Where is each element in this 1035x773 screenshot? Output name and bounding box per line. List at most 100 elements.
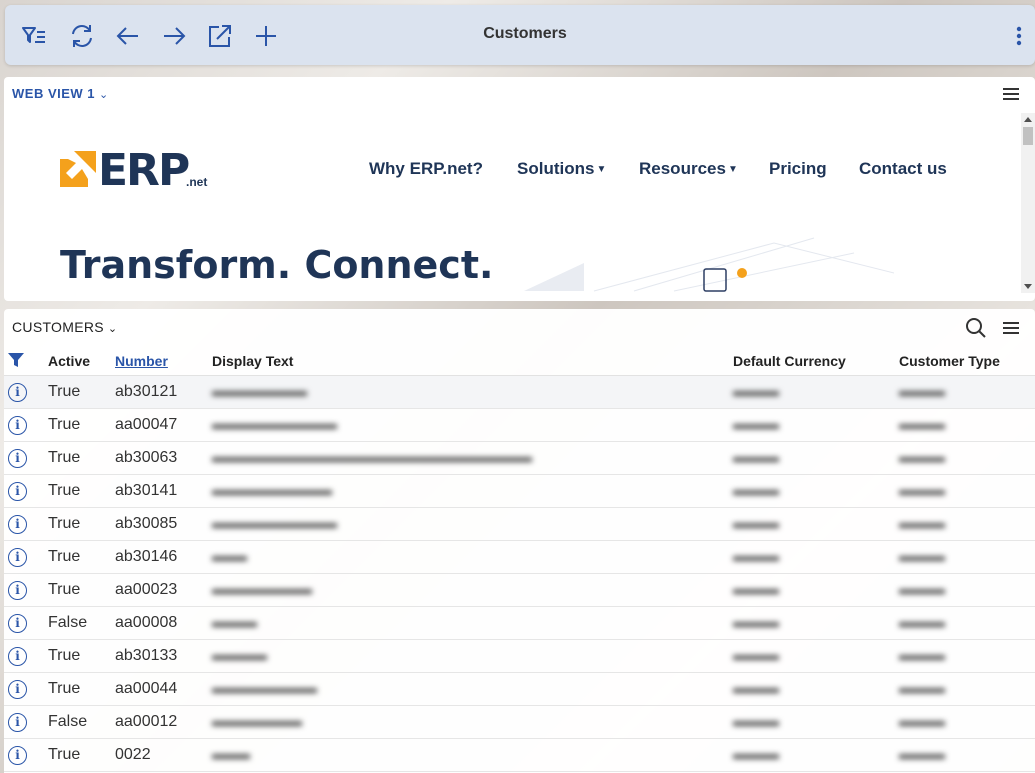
row-info-cell[interactable]: i <box>4 672 48 706</box>
row-info-cell[interactable]: i <box>4 573 48 607</box>
redacted-text: ▬▬▬▬ <box>899 416 945 433</box>
erp-logo[interactable]: ERP .net <box>60 145 220 196</box>
row-info-cell[interactable]: i <box>4 540 48 574</box>
row-info-cell[interactable]: i <box>4 441 48 475</box>
info-icon[interactable]: i <box>8 514 27 534</box>
scrollbar-thumb[interactable] <box>1023 127 1033 145</box>
cell-number[interactable]: 0022 <box>115 738 212 772</box>
row-info-cell[interactable]: i <box>4 408 48 442</box>
info-icon[interactable]: i <box>8 712 27 732</box>
redacted-text: ▬▬▬▬ <box>899 581 945 598</box>
row-info-cell[interactable]: i <box>4 606 48 640</box>
table-row[interactable]: iTrueaa00044▬▬▬▬▬▬▬▬▬▬▬▬▬▬▬▬▬▬▬▬▬▬▬▬▬▬▬▬ <box>4 672 1035 706</box>
info-icon[interactable]: i <box>8 382 27 402</box>
back-button[interactable] <box>113 21 143 51</box>
top-toolbar: Customers <box>5 5 1035 65</box>
cell-number[interactable]: ab30063 <box>115 441 212 475</box>
table-row[interactable]: iTrueab30121▬▬▬▬▬▬▬▬▬▬▬▬▬▬▬▬▬▬▬▬▬▬▬▬▬▬▬▬ <box>4 375 1035 409</box>
web-view-scrollbar[interactable] <box>1021 113 1035 293</box>
web-view-header[interactable]: WEB VIEW 1 ⌄ <box>12 86 109 101</box>
row-info-cell[interactable]: i <box>4 738 48 772</box>
table-row[interactable]: iTrueaa00023▬▬▬▬▬▬▬▬▬▬▬▬▬▬▬▬▬▬▬▬▬▬▬▬▬▬▬▬ <box>4 573 1035 607</box>
add-icon <box>256 26 276 46</box>
info-icon[interactable]: i <box>8 679 27 699</box>
forward-button[interactable] <box>159 21 189 51</box>
column-default-currency[interactable]: Default Currency <box>733 347 899 376</box>
chevron-down-icon: ⌄ <box>107 323 118 335</box>
redacted-text: ▬▬▬▬ <box>899 647 945 664</box>
web-view-menu-button[interactable] <box>1003 88 1019 102</box>
row-info-cell[interactable]: i <box>4 507 48 541</box>
table-row[interactable]: iFalseaa00012▬▬▬▬▬▬▬▬▬▬▬▬▬▬▬▬▬▬▬▬▬▬▬▬▬▬▬… <box>4 705 1035 739</box>
column-filter-header[interactable] <box>4 347 48 376</box>
redacted-text: ▬▬▬▬ <box>733 548 779 565</box>
cell-number[interactable]: ab30141 <box>115 474 212 508</box>
filter-button[interactable] <box>19 21 49 51</box>
cell-number[interactable]: ab30133 <box>115 639 212 673</box>
cell-customer-type: ▬▬▬▬ <box>899 738 1035 772</box>
nav-pricing[interactable]: Pricing <box>769 159 827 179</box>
cell-display-text: ▬▬▬▬▬▬▬▬▬▬▬▬▬▬▬▬▬▬▬▬ <box>212 474 733 508</box>
add-button[interactable] <box>251 21 281 51</box>
cell-number[interactable]: ab30085 <box>115 507 212 541</box>
redacted-text: ▬▬▬▬ <box>899 515 945 532</box>
row-info-cell[interactable]: i <box>4 705 48 739</box>
info-icon[interactable]: i <box>8 448 27 468</box>
open-external-button[interactable] <box>205 21 235 51</box>
cell-active: True <box>48 639 115 673</box>
cell-default-currency: ▬▬▬▬ <box>733 639 899 673</box>
column-display-text[interactable]: Display Text <box>212 347 733 376</box>
scroll-up-icon[interactable] <box>1024 117 1032 122</box>
cell-number[interactable]: aa00008 <box>115 606 212 640</box>
back-arrow-icon <box>116 27 138 45</box>
nav-why-erp[interactable]: Why ERP.net? <box>369 159 483 179</box>
cell-number[interactable]: ab30121 <box>115 375 212 409</box>
column-number[interactable]: Number <box>115 347 212 376</box>
table-row[interactable]: iTrue0022▬▬▬▬▬▬▬▬▬▬▬▬▬▬▬▬▬▬▬▬▬▬▬▬▬▬▬▬ <box>4 738 1035 772</box>
row-info-cell[interactable]: i <box>4 474 48 508</box>
redacted-text: ▬▬▬▬ <box>899 482 945 499</box>
table-row[interactable]: iTrueab30085▬▬▬▬▬▬▬▬▬▬▬▬▬▬▬▬▬▬▬▬▬▬▬▬▬▬▬▬ <box>4 507 1035 541</box>
info-icon[interactable]: i <box>8 481 27 501</box>
table-row[interactable]: iTrueab30133▬▬▬▬▬▬▬▬▬▬▬▬▬▬▬▬▬▬▬▬▬▬▬▬▬▬▬▬ <box>4 639 1035 673</box>
search-button[interactable] <box>965 317 987 339</box>
nav-label: Pricing <box>769 159 827 178</box>
table-row[interactable]: iFalseaa00008▬▬▬▬▬▬▬▬▬▬▬▬▬▬▬▬▬▬▬▬▬▬▬▬▬▬▬… <box>4 606 1035 640</box>
info-icon[interactable]: i <box>8 580 27 600</box>
redacted-text: ▬▬▬▬ <box>899 746 945 763</box>
more-options-button[interactable] <box>1009 21 1029 51</box>
column-active[interactable]: Active <box>48 347 115 376</box>
info-icon[interactable]: i <box>8 745 27 765</box>
cell-number[interactable]: aa00012 <box>115 705 212 739</box>
info-icon[interactable]: i <box>8 613 27 633</box>
scroll-down-icon[interactable] <box>1024 284 1032 289</box>
cell-customer-type: ▬▬▬▬ <box>899 540 1035 574</box>
cell-number[interactable]: aa00023 <box>115 573 212 607</box>
table-row[interactable]: iTrueab30063▬▬▬▬▬▬▬▬▬▬▬▬▬▬▬▬▬▬▬▬▬▬▬▬▬▬▬▬ <box>4 441 1035 475</box>
hero-illustration <box>524 237 894 292</box>
cell-display-text: ▬▬▬▬▬▬▬▬▬▬▬▬▬▬▬▬▬▬▬▬ <box>212 441 733 475</box>
cell-active: True <box>48 540 115 574</box>
info-icon[interactable]: i <box>8 646 27 666</box>
cell-active: True <box>48 738 115 772</box>
row-info-cell[interactable]: i <box>4 639 48 673</box>
table-row[interactable]: iTrueab30141▬▬▬▬▬▬▬▬▬▬▬▬▬▬▬▬▬▬▬▬▬▬▬▬▬▬▬▬ <box>4 474 1035 508</box>
table-row[interactable]: iTrueab30146▬▬▬▬▬▬▬▬▬▬▬▬▬▬▬▬▬▬▬▬▬▬▬▬▬▬▬▬ <box>4 540 1035 574</box>
column-customer-type[interactable]: Customer Type <box>899 347 1035 376</box>
more-vertical-icon <box>1016 26 1022 46</box>
nav-solutions[interactable]: Solutions ▼ <box>517 159 606 179</box>
table-row[interactable]: iTrueaa00047▬▬▬▬▬▬▬▬▬▬▬▬▬▬▬▬▬▬▬▬▬▬▬▬▬▬▬▬ <box>4 408 1035 442</box>
refresh-button[interactable] <box>67 21 97 51</box>
info-icon[interactable]: i <box>8 415 27 435</box>
customers-menu-button[interactable] <box>1003 322 1019 336</box>
customers-header[interactable]: CUSTOMERS ⌄ <box>12 319 117 335</box>
nav-resources[interactable]: Resources ▼ <box>639 159 738 179</box>
cell-number[interactable]: aa00044 <box>115 672 212 706</box>
nav-contact[interactable]: Contact us <box>859 159 947 179</box>
row-info-cell[interactable]: i <box>4 375 48 409</box>
info-icon[interactable]: i <box>8 547 27 567</box>
cell-number[interactable]: aa00047 <box>115 408 212 442</box>
redacted-text: ▬▬▬▬ <box>733 746 779 763</box>
cell-display-text: ▬▬▬▬▬▬▬▬▬▬▬▬▬▬▬▬▬▬▬▬ <box>212 408 733 442</box>
cell-number[interactable]: ab30146 <box>115 540 212 574</box>
